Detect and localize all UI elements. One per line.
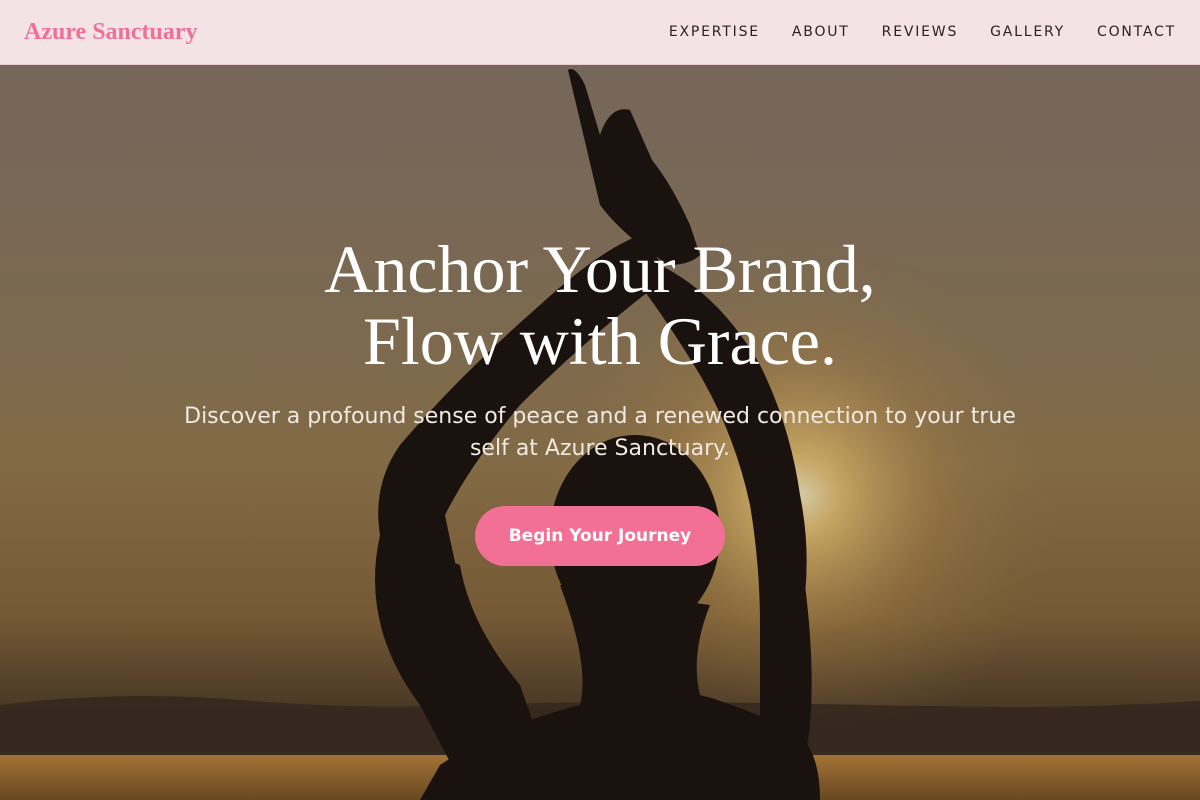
nav-link-about[interactable]: ABOUT: [792, 24, 850, 40]
top-navbar: Azure Sanctuary EXPERTISE ABOUT REVIEWS …: [0, 0, 1200, 65]
nav-link-gallery[interactable]: GALLERY: [990, 24, 1065, 40]
hero-content: Anchor Your Brand, Flow with Grace. Disc…: [0, 65, 1200, 800]
nav-link-reviews[interactable]: REVIEWS: [882, 24, 958, 40]
nav-link-contact[interactable]: CONTACT: [1097, 24, 1176, 40]
hero-subtitle: Discover a profound sense of peace and a…: [184, 404, 1016, 461]
hero-title-line-2: Flow with Grace.: [362, 303, 837, 379]
hero-section: Anchor Your Brand, Flow with Grace. Disc…: [0, 65, 1200, 800]
brand-logo[interactable]: Azure Sanctuary: [24, 19, 198, 46]
main-nav: EXPERTISE ABOUT REVIEWS GALLERY CONTACT: [669, 24, 1176, 40]
hero-title: Anchor Your Brand, Flow with Grace.: [150, 233, 1050, 377]
hero-title-line-1: Anchor Your Brand,: [324, 231, 876, 307]
nav-link-expertise[interactable]: EXPERTISE: [669, 24, 760, 40]
begin-journey-button[interactable]: Begin Your Journey: [475, 506, 725, 566]
